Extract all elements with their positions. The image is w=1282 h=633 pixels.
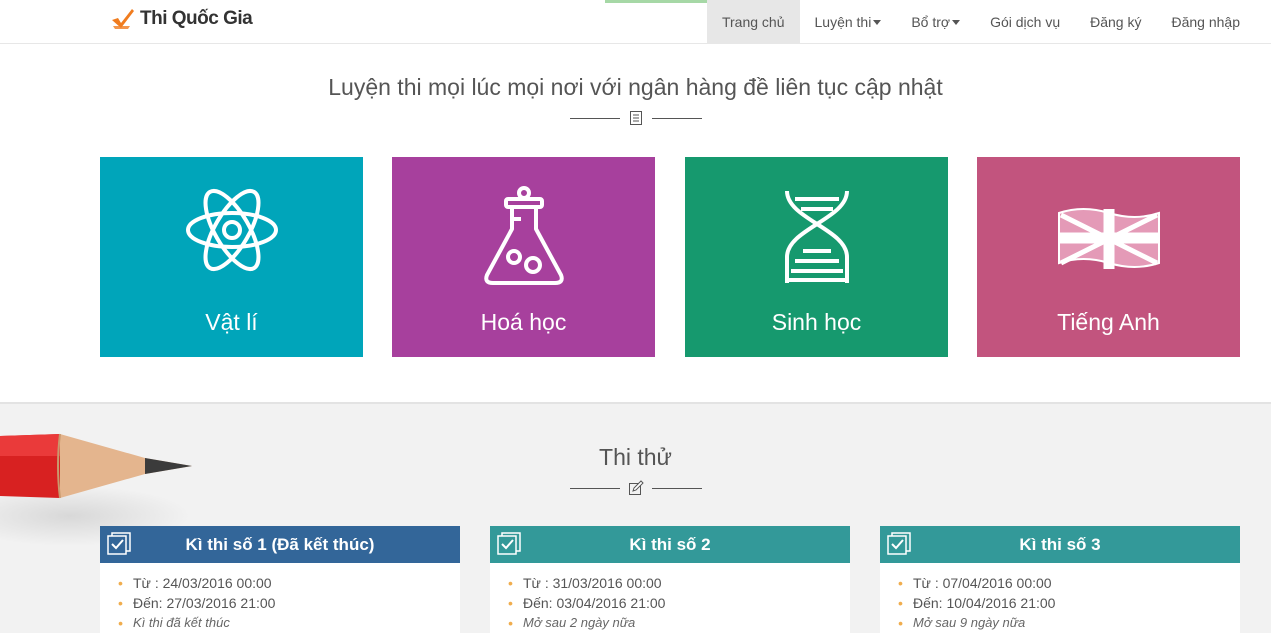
- caret-down-icon: [952, 20, 961, 25]
- brand-logo-link[interactable]: Thi Quốc Gia: [110, 6, 253, 32]
- exam-end-date: Đến: 10/04/2016 21:00: [898, 593, 1240, 613]
- exam-card[interactable]: Kì thi số 1 (Đã kết thúc) Từ : 24/03/201…: [100, 526, 460, 633]
- mock-exam-section: Thi thử Kì thi số 1 (Đã kết thúc) Từ : 2…: [0, 402, 1271, 633]
- checkbox-icon: [107, 532, 131, 555]
- nav-item-login[interactable]: Đăng nhập: [1156, 0, 1255, 44]
- exam-end-date: Đến: 27/03/2016 21:00: [118, 593, 460, 613]
- dna-icon: [784, 190, 849, 283]
- subject-tile-biology[interactable]: Sinh học: [685, 157, 948, 357]
- subject-label: Vật lí: [205, 309, 258, 335]
- exam-start-date: Từ : 07/04/2016 00:00: [898, 573, 1240, 593]
- heading-divider: [0, 108, 1271, 128]
- subject-tile-english[interactable]: Tiếng Anh: [977, 157, 1240, 357]
- atom-icon: [185, 188, 278, 272]
- nav-label: Đăng nhập: [1171, 14, 1240, 30]
- nav-label: Đăng ký: [1090, 14, 1142, 30]
- exam-card-header: Kì thi số 3: [880, 526, 1240, 563]
- notification-strip: [605, 0, 709, 3]
- exam-status-note: Mở sau 2 ngày nữa: [508, 613, 850, 633]
- exam-status-note: Mở sau 9 ngày nữa: [898, 613, 1240, 633]
- exam-card[interactable]: Kì thi số 3 Từ : 07/04/2016 00:00 Đến: 1…: [880, 526, 1240, 633]
- exam-card-details: Từ : 24/03/2016 00:00 Đến: 27/03/2016 21…: [100, 563, 460, 633]
- exam-start-date: Từ : 31/03/2016 00:00: [508, 573, 850, 593]
- exam-card-details: Từ : 31/03/2016 00:00 Đến: 03/04/2016 21…: [490, 563, 850, 633]
- flask-icon: [483, 186, 564, 285]
- exam-card-details: Từ : 07/04/2016 00:00 Đến: 10/04/2016 21…: [880, 563, 1240, 633]
- checkmark-logo-icon: [112, 9, 134, 29]
- checkbox-icon: [497, 532, 521, 555]
- exam-card-title: Kì thi số 3: [1019, 534, 1101, 554]
- subject-tile-physics[interactable]: Vật lí: [100, 157, 363, 357]
- exam-start-date: Từ : 24/03/2016 00:00: [118, 573, 460, 593]
- heading-divider: [0, 478, 1271, 498]
- mock-exam-heading: Thi thử: [599, 444, 672, 470]
- subject-label: Tiếng Anh: [1057, 309, 1160, 335]
- checkbox-icon: [887, 532, 911, 555]
- nav-item-packages[interactable]: Gói dịch vụ: [975, 0, 1075, 44]
- uk-flag-icon: [1057, 208, 1160, 269]
- practice-heading: Luyện thi mọi lúc mọi nơi với ngân hàng …: [328, 74, 943, 100]
- nav-label: Trang chủ: [721, 14, 785, 30]
- subject-label: Hoá học: [480, 309, 567, 335]
- exam-card-header: Kì thi số 2: [490, 526, 850, 563]
- exam-status-note: Kì thi đã kết thúc: [118, 613, 460, 633]
- document-icon: [629, 111, 642, 125]
- nav-label: Bổ trợ: [911, 14, 951, 30]
- exam-card-header: Kì thi số 1 (Đã kết thúc): [100, 526, 460, 563]
- nav-item-practice[interactable]: Luyện thi: [800, 0, 897, 44]
- main-nav: Trang chủ Luyện thi Bổ trợ Gói dịch vụ Đ…: [706, 0, 1255, 44]
- subject-tile-chemistry[interactable]: Hoá học: [392, 157, 655, 357]
- nav-label: Gói dịch vụ: [990, 14, 1061, 30]
- exam-card[interactable]: Kì thi số 2 Từ : 31/03/2016 00:00 Đến: 0…: [490, 526, 850, 633]
- subject-label: Sinh học: [771, 309, 862, 335]
- exam-card-title: Kì thi số 1 (Đã kết thúc): [185, 534, 375, 554]
- caret-down-icon: [873, 20, 882, 25]
- edit-icon: [628, 480, 644, 495]
- nav-label: Luyện thi: [814, 14, 872, 30]
- nav-item-register[interactable]: Đăng ký: [1075, 0, 1156, 44]
- practice-section: Luyện thi mọi lúc mọi nơi với ngân hàng …: [0, 44, 1271, 402]
- exam-card-title: Kì thi số 2: [629, 534, 711, 554]
- exam-end-date: Đến: 03/04/2016 21:00: [508, 593, 850, 613]
- nav-item-home[interactable]: Trang chủ: [706, 0, 800, 44]
- brand-name: Thi Quốc Gia: [140, 8, 253, 29]
- navbar: Thi Quốc Gia Trang chủ Luyện thi Bổ trợ …: [0, 0, 1271, 44]
- nav-item-support[interactable]: Bổ trợ: [896, 0, 975, 44]
